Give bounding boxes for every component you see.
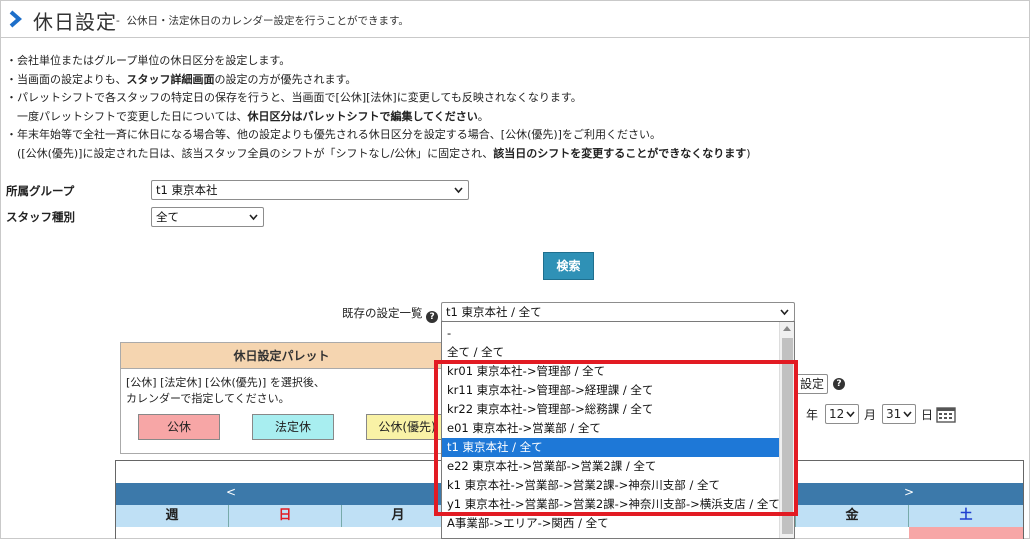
help-icon[interactable]: ? [426, 311, 439, 323]
note-line: ([公休(優先)]に設定された日は、該当スタッフ全員のシフトが「シフトなし/公休… [6, 146, 751, 160]
staff-type-label: スタッフ種別 [6, 210, 75, 224]
chevron-down-icon [846, 411, 855, 418]
day-header-sun: 日 [229, 505, 342, 527]
set-button[interactable]: 設定 [795, 374, 828, 394]
chevron-down-icon [249, 214, 258, 221]
day-label: 日 [921, 408, 934, 422]
help-icon[interactable]: ? [833, 378, 845, 390]
note-line: 一度パレットシフトで変更した日については、休日区分はパレットシフトで編集してくだ… [6, 109, 489, 123]
search-button[interactable]: 検索 [543, 252, 594, 280]
day-header-week: 週 [116, 505, 229, 527]
month-label: 月 [864, 408, 877, 422]
prev-month-button[interactable]: < [226, 485, 236, 499]
page-header: 休日設定 - 公休日・法定休日のカレンダー設定を行うことができます。 [0, 0, 1030, 38]
next-month-button[interactable]: > [904, 485, 914, 499]
note-line: ・当画面の設定よりも、スタッフ詳細画面の設定の方が優先されます。 [6, 72, 357, 86]
note-line: ・会社単位またはグループ単位の休日区分を設定します。 [6, 54, 291, 67]
note-line: ・年末年始等で全社一斉に休日になる場合等、他の設定よりも優先される休日区分を設定… [6, 128, 661, 142]
highlight-box [434, 360, 798, 516]
existing-settings-select[interactable]: t1 東京本社 / 全て [441, 302, 795, 322]
notes: ・会社単位またはグループ単位の休日区分を設定します。 ・当画面の設定よりも、スタ… [6, 52, 751, 164]
calendar-cell[interactable] [909, 527, 1023, 539]
dropdown-option[interactable]: - [442, 324, 780, 343]
day-header-sat: 土 [959, 508, 973, 523]
month-select[interactable]: 12 [825, 404, 859, 424]
note-line: ・パレットシフトで各スタッフの特定日の保存を行うと、当画面で[公休][法休]に変… [6, 91, 582, 105]
scroll-up-icon[interactable] [783, 326, 791, 331]
chevron-right-icon [9, 10, 22, 28]
year-label: 年 [806, 408, 819, 422]
chevron-down-icon [903, 411, 912, 418]
chevron-down-icon [454, 187, 463, 194]
day-header-fri: 金 [796, 505, 909, 527]
chevron-down-icon [780, 309, 789, 316]
page-subtitle: - 公休日・法定休日のカレンダー設定を行うことができます。 [116, 15, 409, 27]
legal-holiday-button[interactable]: 法定休 [252, 414, 334, 440]
group-select[interactable]: t1 東京本社 [151, 180, 469, 200]
palette-title: 休日設定パレット [121, 343, 442, 369]
day-select[interactable]: 31 [882, 404, 916, 424]
calendar-icon[interactable] [936, 405, 956, 423]
page-title: 休日設定 [33, 10, 117, 34]
existing-settings-label: 既存の設定一覧 ? [342, 305, 439, 323]
dropdown-option[interactable]: A事業部->エリア->関西 / 全て [442, 514, 780, 533]
group-label: 所属グループ [6, 184, 75, 198]
staff-type-select[interactable]: 全て [151, 207, 264, 227]
palette-instruction: [公休] [法定休] [公休(優先)] を選択後、 カレンダーで指定してください… [126, 376, 325, 405]
public-holiday-button[interactable]: 公休 [138, 414, 220, 440]
